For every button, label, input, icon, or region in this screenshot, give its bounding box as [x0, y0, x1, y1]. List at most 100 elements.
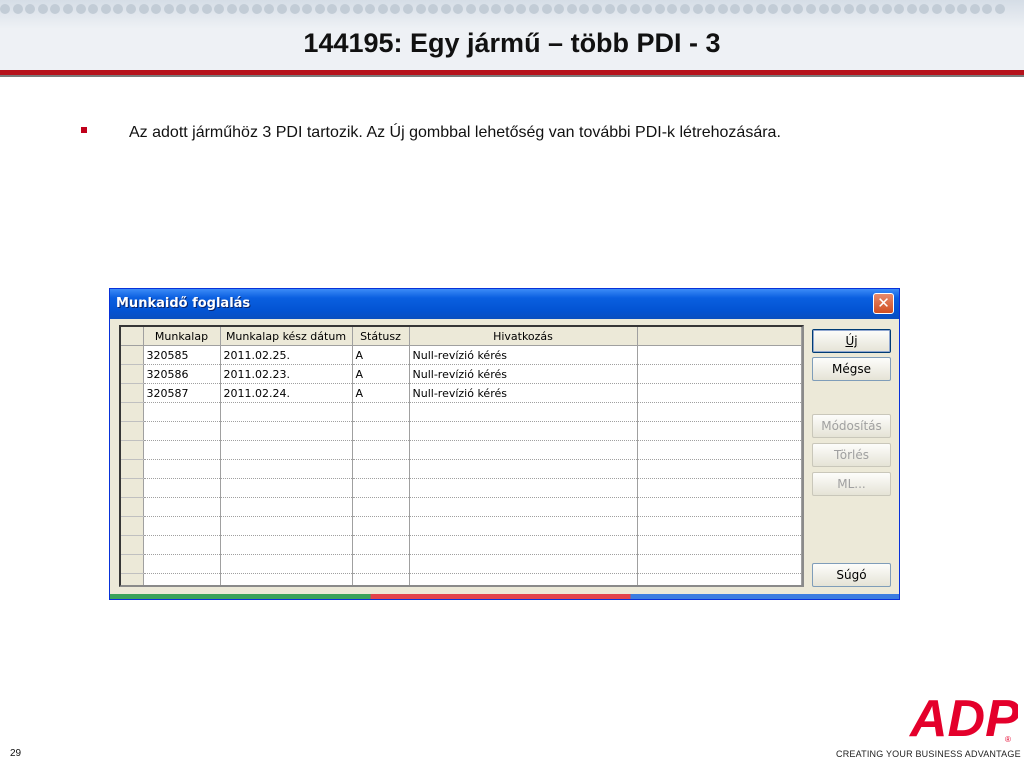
table-cell[interactable]: [143, 573, 221, 585]
table-cell[interactable]: 2011.02.24.: [220, 383, 353, 403]
column-header[interactable]: [637, 327, 802, 346]
table-cell[interactable]: 320586: [143, 364, 221, 384]
table-cell[interactable]: [409, 402, 638, 422]
column-header[interactable]: Munkalap kész dátum: [220, 327, 353, 346]
table-cell[interactable]: [220, 459, 353, 479]
column-header[interactable]: Hivatkozás: [409, 327, 638, 346]
table-cell[interactable]: 2011.02.25.: [220, 345, 353, 365]
table-cell[interactable]: [352, 516, 410, 536]
table-cell[interactable]: [352, 573, 410, 585]
table-cell[interactable]: [637, 554, 802, 574]
table-cell[interactable]: [409, 516, 638, 536]
table-row[interactable]: [121, 516, 802, 536]
table-cell[interactable]: [143, 516, 221, 536]
table-cell[interactable]: [143, 554, 221, 574]
table-row[interactable]: [121, 554, 802, 574]
table-cell[interactable]: [637, 535, 802, 555]
table-row[interactable]: [121, 402, 802, 422]
table-row[interactable]: 320587 2011.02.24. A Null-revízió kérés: [121, 383, 802, 403]
table-cell[interactable]: [143, 459, 221, 479]
new-button[interactable]: Új: [812, 329, 891, 353]
table-cell[interactable]: [143, 478, 221, 498]
table-cell[interactable]: [352, 459, 410, 479]
table-cell[interactable]: [220, 554, 353, 574]
row-header[interactable]: [121, 402, 144, 422]
table-cell[interactable]: Null-revízió kérés: [409, 364, 638, 384]
table-cell[interactable]: [409, 497, 638, 517]
table-cell[interactable]: [409, 554, 638, 574]
cancel-button[interactable]: Mégse: [812, 357, 891, 381]
table-cell[interactable]: [220, 535, 353, 555]
table-cell[interactable]: [220, 478, 353, 498]
table-cell[interactable]: 320587: [143, 383, 221, 403]
row-header[interactable]: [121, 478, 144, 498]
row-header[interactable]: [121, 345, 144, 365]
table-cell[interactable]: [220, 516, 353, 536]
table-cell[interactable]: [637, 497, 802, 517]
row-header[interactable]: [121, 497, 144, 517]
table-cell[interactable]: [352, 421, 410, 441]
table-cell[interactable]: 320585: [143, 345, 221, 365]
table-row[interactable]: 320585 2011.02.25. A Null-revízió kérés: [121, 345, 802, 365]
table-cell[interactable]: [352, 478, 410, 498]
table-cell[interactable]: [637, 345, 802, 365]
table-row[interactable]: 320586 2011.02.23. A Null-revízió kérés: [121, 364, 802, 384]
table-cell[interactable]: [220, 421, 353, 441]
table-row[interactable]: [121, 573, 802, 585]
table-cell[interactable]: [220, 440, 353, 460]
table-cell[interactable]: Null-revízió kérés: [409, 383, 638, 403]
table-cell[interactable]: [637, 440, 802, 460]
row-header[interactable]: [121, 459, 144, 479]
row-header[interactable]: [121, 554, 144, 574]
table-row[interactable]: [121, 440, 802, 460]
table-cell[interactable]: Null-revízió kérés: [409, 345, 638, 365]
table-row[interactable]: [121, 459, 802, 479]
table-row[interactable]: [121, 497, 802, 517]
table-cell[interactable]: [352, 402, 410, 422]
table-cell[interactable]: [143, 440, 221, 460]
column-header[interactable]: Munkalap: [143, 327, 221, 346]
table-cell[interactable]: [352, 440, 410, 460]
row-header[interactable]: [121, 573, 144, 585]
table-cell[interactable]: [352, 535, 410, 555]
table-cell[interactable]: [352, 497, 410, 517]
table-cell[interactable]: [143, 421, 221, 441]
ml-button[interactable]: ML...: [812, 472, 891, 496]
table-cell[interactable]: [409, 459, 638, 479]
table-cell[interactable]: [220, 573, 353, 585]
table-row[interactable]: [121, 421, 802, 441]
column-header[interactable]: Státusz: [352, 327, 410, 346]
table-cell[interactable]: [637, 459, 802, 479]
modify-button[interactable]: Módosítás: [812, 414, 891, 438]
table-cell[interactable]: [637, 478, 802, 498]
close-icon[interactable]: ✕: [873, 293, 894, 314]
table-cell[interactable]: [637, 383, 802, 403]
table-cell[interactable]: [637, 364, 802, 384]
table-cell[interactable]: A: [352, 345, 410, 365]
table-cell[interactable]: [637, 516, 802, 536]
table-cell[interactable]: [220, 497, 353, 517]
row-header[interactable]: [121, 364, 144, 384]
dialog-titlebar[interactable]: Munkaidő foglalás ✕: [110, 289, 899, 319]
table-cell[interactable]: [409, 478, 638, 498]
table-row[interactable]: [121, 478, 802, 498]
table-cell[interactable]: [637, 402, 802, 422]
row-header[interactable]: [121, 516, 144, 536]
table-cell[interactable]: [409, 440, 638, 460]
table-cell[interactable]: 2011.02.23.: [220, 364, 353, 384]
help-button[interactable]: Súgó: [812, 563, 891, 587]
table-cell[interactable]: [143, 402, 221, 422]
table-cell[interactable]: [637, 421, 802, 441]
table-cell[interactable]: [143, 497, 221, 517]
table-cell[interactable]: A: [352, 383, 410, 403]
delete-button[interactable]: Törlés: [812, 443, 891, 467]
table-cell[interactable]: [637, 573, 802, 585]
table-cell[interactable]: [409, 573, 638, 585]
table-cell[interactable]: [409, 535, 638, 555]
table-cell[interactable]: [143, 535, 221, 555]
row-header[interactable]: [121, 440, 144, 460]
row-header[interactable]: [121, 421, 144, 441]
table-cell[interactable]: [352, 554, 410, 574]
table-cell[interactable]: [409, 421, 638, 441]
row-header[interactable]: [121, 535, 144, 555]
